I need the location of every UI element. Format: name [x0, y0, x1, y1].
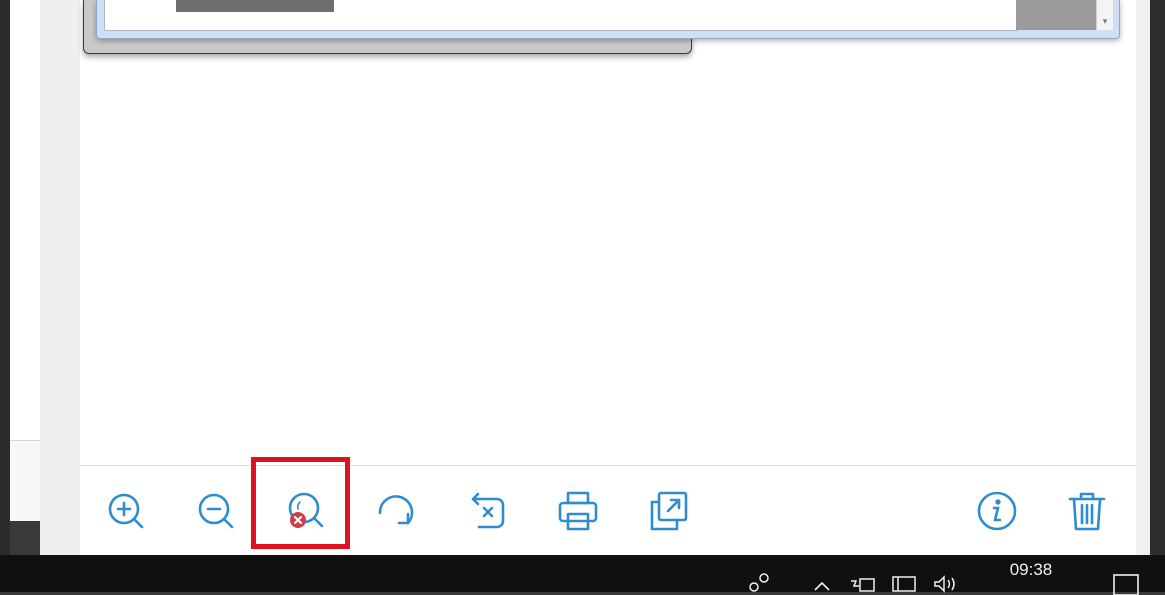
zoom-reset-button[interactable]	[280, 483, 330, 539]
delete-button[interactable]	[1062, 483, 1112, 539]
undo-icon	[471, 492, 505, 529]
zoom-out-icon	[198, 493, 234, 529]
taskbar	[0, 555, 1165, 592]
zoom-out-button[interactable]	[191, 483, 241, 539]
dialog-selected-row[interactable]	[176, 0, 334, 12]
undo-rotate-button[interactable]	[462, 483, 512, 539]
info-button[interactable]	[972, 483, 1022, 539]
zoom-reset-icon	[288, 492, 324, 528]
open-external-button[interactable]	[643, 483, 693, 539]
viewer-right-edge	[1136, 0, 1150, 555]
zoom-in-icon	[108, 493, 144, 529]
zoom-in-button[interactable]	[101, 483, 151, 539]
desktop-background-right	[1150, 0, 1165, 555]
background-window-panel	[10, 440, 40, 521]
taskbar-clock[interactable]: 09:38	[1000, 560, 1062, 580]
rotate-clockwise-icon	[378, 495, 414, 525]
external-open-icon	[650, 491, 688, 531]
volume-icon[interactable]	[932, 573, 960, 593]
dialog-scroll-down-button[interactable]: ▾	[1096, 0, 1113, 30]
rotate-button[interactable]	[371, 483, 421, 539]
trash-icon	[1068, 492, 1106, 531]
chevron-up-icon[interactable]	[812, 573, 832, 593]
info-icon	[977, 491, 1017, 531]
desktop-background-left	[0, 0, 10, 555]
print-button[interactable]	[553, 483, 603, 539]
power-icon[interactable]	[848, 573, 876, 593]
window-gap	[40, 0, 80, 555]
dialog-scrollbar-thumb[interactable]	[1016, 0, 1096, 30]
printer-icon	[558, 491, 598, 531]
network-icon[interactable]	[891, 573, 919, 593]
people-icon[interactable]	[748, 573, 772, 593]
